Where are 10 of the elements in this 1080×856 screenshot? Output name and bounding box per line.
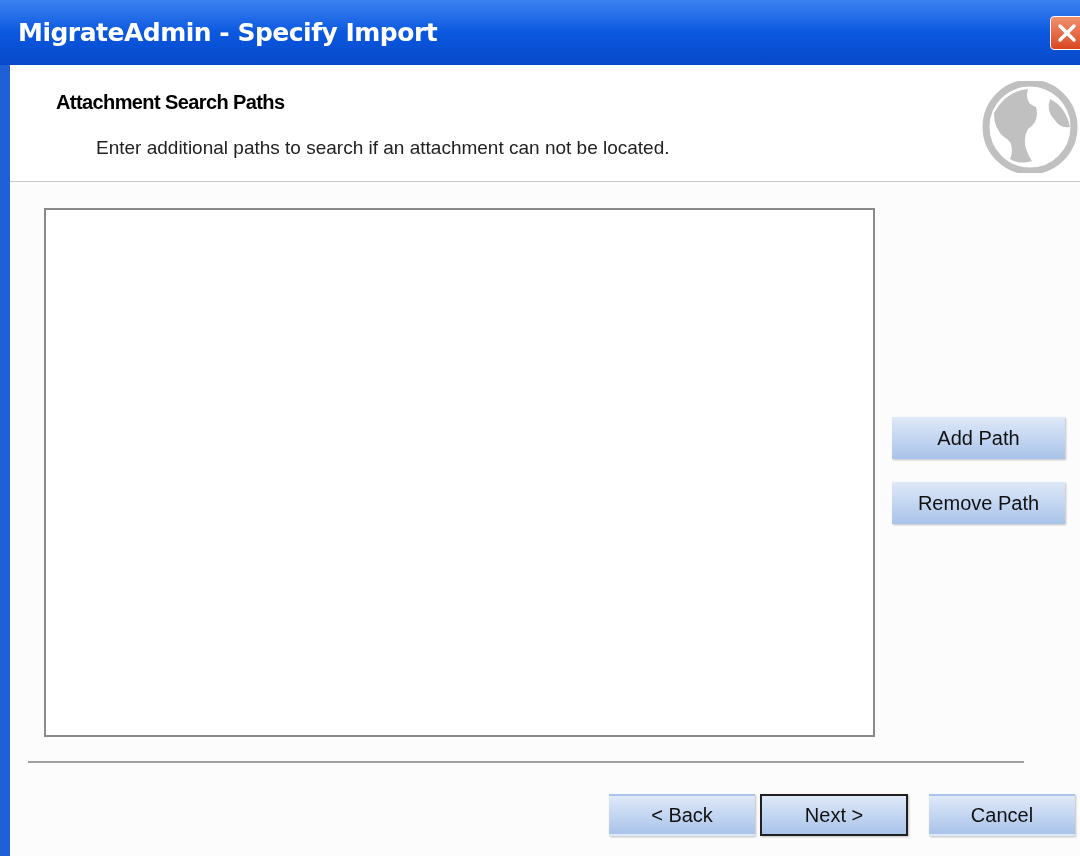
close-icon	[1057, 22, 1077, 43]
path-button[interactable]: Remove Path	[892, 482, 1065, 524]
path-button[interactable]: Add Path	[892, 417, 1065, 459]
wizard-button[interactable]: Next >	[760, 794, 908, 836]
wizard-button[interactable]: < Back	[609, 794, 755, 836]
wizard-button[interactable]: Cancel	[929, 794, 1075, 836]
window-title: MigrateAdmin - Specify Import	[18, 16, 438, 49]
page-description: Enter additional paths to search if an attachment can not be located.	[95, 136, 670, 160]
close-button[interactable]	[1050, 15, 1080, 50]
page-heading: Attachment Search Paths	[56, 90, 286, 115]
